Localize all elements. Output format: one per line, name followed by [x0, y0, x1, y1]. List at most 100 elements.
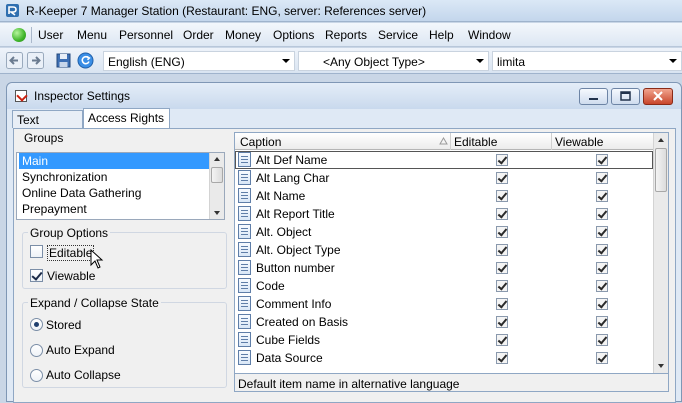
caption-column-header[interactable]: Caption: [240, 135, 281, 149]
menu-user[interactable]: User: [38, 28, 63, 42]
document-icon: [238, 260, 251, 275]
table-row[interactable]: Alt Def Name: [235, 151, 653, 169]
maximize-button[interactable]: [611, 88, 640, 105]
viewable-cell-checkbox[interactable]: [596, 226, 608, 238]
menu-options[interactable]: Options: [273, 28, 314, 42]
scroll-up-icon[interactable]: [210, 153, 224, 165]
table-row[interactable]: Cube Fields: [235, 331, 653, 349]
editable-cell-checkbox[interactable]: [496, 262, 508, 274]
document-icon: [238, 296, 251, 311]
object-type-select[interactable]: <Any Object Type>: [298, 51, 489, 71]
document-icon: [238, 242, 251, 257]
caption-cell: Data Source: [256, 351, 323, 365]
editable-cell-checkbox[interactable]: [496, 316, 508, 328]
home-icon[interactable]: [12, 28, 26, 42]
auto-collapse-label[interactable]: Auto Collapse: [46, 368, 121, 382]
groups-list[interactable]: Main Synchronization Online Data Gatheri…: [16, 152, 225, 220]
tab-access-rights[interactable]: Access Rights: [83, 108, 170, 128]
viewable-column-header[interactable]: Viewable: [555, 135, 603, 149]
editable-cell-checkbox[interactable]: [496, 334, 508, 346]
menu-order[interactable]: Order: [183, 28, 214, 42]
auto-expand-label[interactable]: Auto Expand: [46, 343, 115, 357]
editable-cell-checkbox[interactable]: [496, 154, 508, 166]
list-item[interactable]: Prepayment: [19, 201, 209, 217]
editable-cell-checkbox[interactable]: [496, 190, 508, 202]
document-icon: [238, 332, 251, 347]
viewable-cell-checkbox[interactable]: [596, 280, 608, 292]
viewable-label[interactable]: Viewable: [47, 269, 95, 283]
viewable-cell-checkbox[interactable]: [596, 334, 608, 346]
viewable-cell-checkbox[interactable]: [596, 298, 608, 310]
table-row[interactable]: Comment Info: [235, 295, 653, 313]
table-row[interactable]: Alt Lang Char: [235, 169, 653, 187]
editable-label[interactable]: Editable: [47, 245, 95, 261]
menu-reports[interactable]: Reports: [325, 28, 367, 42]
list-item[interactable]: Main: [19, 153, 209, 169]
table-row[interactable]: Alt. Object: [235, 223, 653, 241]
viewable-cell-checkbox[interactable]: [596, 172, 608, 184]
object-type-select-value: <Any Object Type>: [323, 55, 425, 69]
chevron-down-icon: [476, 59, 484, 63]
minimize-button[interactable]: [579, 88, 608, 105]
scroll-up-icon[interactable]: [654, 133, 668, 147]
editable-cell-checkbox[interactable]: [496, 352, 508, 364]
viewable-cell-checkbox[interactable]: [596, 262, 608, 274]
editable-cell-checkbox[interactable]: [496, 172, 508, 184]
editable-column-header[interactable]: Editable: [454, 135, 497, 149]
stored-radio[interactable]: [30, 318, 43, 331]
back-arrow-icon[interactable]: [6, 52, 23, 69]
editable-cell-checkbox[interactable]: [496, 226, 508, 238]
tab-text-options[interactable]: Text Options: [12, 110, 83, 141]
table-row[interactable]: Created on Basis: [235, 313, 653, 331]
forward-arrow-icon[interactable]: [27, 52, 44, 69]
close-icon: [653, 91, 663, 101]
viewable-checkbox[interactable]: [30, 269, 43, 282]
grid-header: Caption Editable Viewable: [235, 133, 668, 150]
grid-scroll-thumb[interactable]: [655, 148, 667, 192]
mouse-cursor-icon: [90, 249, 104, 269]
editable-checkbox[interactable]: [30, 245, 43, 258]
grid-status-bar: Default item name in alternative languag…: [234, 373, 669, 392]
grid-scrollbar[interactable]: [653, 133, 668, 373]
table-row[interactable]: Data Source: [235, 349, 653, 367]
filter-select[interactable]: limita: [492, 51, 682, 71]
table-row[interactable]: Alt. Object Type: [235, 241, 653, 259]
menu-window[interactable]: Window: [468, 28, 511, 42]
viewable-cell-checkbox[interactable]: [596, 154, 608, 166]
viewable-cell-checkbox[interactable]: [596, 352, 608, 364]
editable-cell-checkbox[interactable]: [496, 244, 508, 256]
language-select[interactable]: English (ENG): [103, 51, 295, 71]
editable-cell-checkbox[interactable]: [496, 280, 508, 292]
editable-cell-checkbox[interactable]: [496, 208, 508, 220]
auto-collapse-radio[interactable]: [30, 369, 43, 382]
table-row[interactable]: Alt Name: [235, 187, 653, 205]
scroll-down-icon[interactable]: [210, 207, 224, 219]
viewable-cell-checkbox[interactable]: [596, 190, 608, 202]
menu-service[interactable]: Service: [378, 28, 418, 42]
auto-expand-radio[interactable]: [30, 344, 43, 357]
table-row[interactable]: Alt Report Title: [235, 205, 653, 223]
groups-scrollbar[interactable]: [209, 153, 224, 219]
table-row[interactable]: Button number: [235, 259, 653, 277]
viewable-cell-checkbox[interactable]: [596, 244, 608, 256]
refresh-icon[interactable]: [77, 52, 94, 69]
list-item[interactable]: Synchronization: [19, 169, 209, 185]
caption-cell: Cube Fields: [256, 333, 321, 347]
close-button[interactable]: [643, 88, 673, 105]
menu-help[interactable]: Help: [429, 28, 454, 42]
viewable-cell-checkbox[interactable]: [596, 208, 608, 220]
editable-cell-checkbox[interactable]: [496, 298, 508, 310]
stored-label[interactable]: Stored: [46, 318, 81, 332]
menu-bar: User Menu Personnel Order Money Options …: [0, 23, 682, 47]
groups-scroll-thumb[interactable]: [211, 167, 223, 183]
app-title-bar: R-Keeper 7 Manager Station (Restaurant: …: [0, 0, 682, 22]
window-title-bar[interactable]: Inspector Settings: [7, 83, 681, 109]
scroll-down-icon[interactable]: [654, 359, 668, 373]
viewable-cell-checkbox[interactable]: [596, 316, 608, 328]
list-item[interactable]: Online Data Gathering: [19, 185, 209, 201]
menu-menu[interactable]: Menu: [77, 28, 107, 42]
save-icon[interactable]: [55, 52, 72, 69]
menu-money[interactable]: Money: [225, 28, 261, 42]
menu-personnel[interactable]: Personnel: [119, 28, 173, 42]
table-row[interactable]: Code: [235, 277, 653, 295]
